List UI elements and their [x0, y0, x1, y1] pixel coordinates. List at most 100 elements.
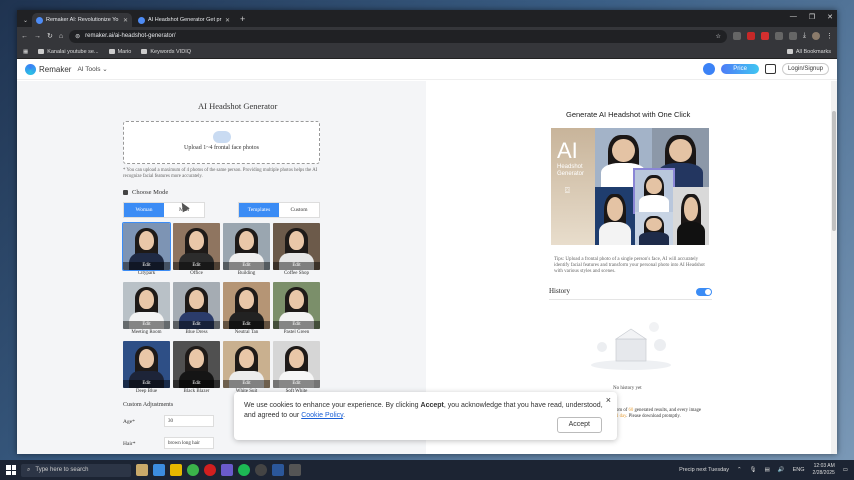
chrome-icon[interactable] [187, 464, 199, 476]
url-field[interactable]: ⊜ remaker.ai/ai-headshot-generator/ ☆ [69, 29, 727, 43]
tab-remaker[interactable]: Remaker AI: Revolutionize Yo ✕ [32, 13, 133, 27]
template-thumbnail[interactable]: Edit [273, 341, 320, 388]
taskbar-app-icon[interactable] [289, 464, 301, 476]
custom-button[interactable]: Custom [279, 203, 319, 217]
template-card[interactable]: Edit Building [223, 223, 270, 278]
edit-label[interactable]: Edit [273, 321, 320, 329]
close-tab-icon[interactable]: ✕ [225, 17, 230, 24]
download-icon[interactable]: ⤓ [803, 32, 806, 40]
ai-assistant-icon[interactable] [703, 63, 716, 75]
spotify-icon[interactable] [238, 464, 250, 476]
extension-icon[interactable] [732, 32, 741, 40]
bookmark-star-icon[interactable]: ☆ [716, 33, 721, 40]
tab-headshot[interactable]: AI Headshot Generator Get pr ✕ [134, 13, 234, 27]
template-thumbnail[interactable]: Edit [173, 341, 220, 388]
template-card[interactable]: Edit Black Blazer [173, 341, 220, 396]
template-thumbnail[interactable]: Edit [123, 341, 170, 388]
template-card[interactable]: Edit Pastel Green [273, 282, 320, 337]
puzzle-icon[interactable] [788, 32, 797, 40]
edit-label[interactable]: Edit [173, 321, 220, 329]
site-info-icon[interactable]: ⊜ [75, 33, 80, 40]
word-icon[interactable] [272, 464, 284, 476]
templates-button[interactable]: Templates [239, 203, 279, 217]
bookmark-item[interactable]: Mario [108, 49, 131, 55]
template-thumbnail[interactable]: Edit [223, 341, 270, 388]
network-icon[interactable]: ▤ [765, 467, 770, 473]
volume-icon[interactable]: 🔊 [778, 467, 785, 473]
notifications-icon[interactable]: ▭ [843, 467, 848, 473]
edit-label[interactable]: Edit [223, 262, 270, 270]
minimize-icon[interactable]: — [790, 13, 797, 21]
apps-icon[interactable]: ▦ [23, 49, 28, 55]
feedback-icon[interactable] [764, 64, 776, 74]
windows-start-icon[interactable] [6, 465, 16, 475]
hair-input[interactable]: brown long hair [164, 437, 214, 449]
new-tab-button[interactable]: + [236, 13, 249, 27]
template-thumbnail[interactable]: Edit [273, 282, 320, 329]
taskbar-app-icon[interactable] [221, 464, 233, 476]
age-input[interactable]: 30 [164, 415, 214, 427]
scrollbar-thumb[interactable] [832, 111, 836, 231]
bookmark-item[interactable]: Kanalai youtube se... [38, 49, 99, 55]
language-indicator[interactable]: ENG [793, 467, 805, 473]
woman-button[interactable]: Woman [124, 203, 164, 217]
close-tab-icon[interactable]: ✕ [123, 17, 128, 24]
forward-icon[interactable]: → [34, 33, 41, 40]
taskbar-search[interactable]: ⌕ Type here to search [21, 463, 131, 477]
template-card[interactable]: Edit Neutral Tan [223, 282, 270, 337]
edit-label[interactable]: Edit [273, 262, 320, 270]
bookmark-item[interactable]: Keywords VIDIQ [141, 49, 191, 55]
scrollbar[interactable] [831, 81, 837, 454]
file-explorer-icon[interactable] [170, 464, 182, 476]
weather-text[interactable]: Precip next Tuesday [679, 467, 729, 473]
history-toggle[interactable] [696, 288, 712, 296]
template-card[interactable]: Edit Meeting Room [123, 282, 170, 337]
edit-label[interactable]: Edit [173, 380, 220, 388]
media-player-icon[interactable] [255, 464, 267, 476]
clock[interactable]: 12:03 AM 2/28/2025 [813, 463, 835, 477]
cookie-policy-link[interactable]: Cookie Policy [301, 412, 343, 419]
edit-label[interactable]: Edit [273, 380, 320, 388]
extension-icon[interactable] [760, 32, 769, 40]
tray-chevron-icon[interactable]: ⌃ [737, 467, 742, 473]
opera-icon[interactable] [204, 464, 216, 476]
edit-label[interactable]: Edit [173, 262, 220, 270]
extension-icon[interactable] [746, 32, 755, 40]
template-thumbnail[interactable]: Edit [273, 223, 320, 270]
maximize-icon[interactable]: ❐ [809, 13, 815, 21]
template-thumbnail[interactable]: Edit [173, 223, 220, 270]
extension-icon[interactable] [774, 32, 783, 40]
price-button[interactable]: Price [721, 64, 759, 74]
template-thumbnail[interactable]: Edit [223, 282, 270, 329]
remaker-logo[interactable]: Remaker [25, 63, 71, 75]
template-card[interactable]: Edit Blue Dress [173, 282, 220, 337]
profile-avatar[interactable] [812, 32, 820, 40]
edit-label[interactable]: Edit [123, 321, 170, 329]
template-card[interactable]: Edit Coffee Shop [273, 223, 320, 278]
template-card[interactable]: EditWhite Suit [223, 341, 270, 396]
edit-label[interactable]: Edit [123, 262, 170, 270]
edit-label[interactable]: Edit [223, 380, 270, 388]
accept-cookies-button[interactable]: Accept [556, 417, 602, 433]
template-thumbnail[interactable]: Edit [173, 282, 220, 329]
back-icon[interactable]: ← [21, 33, 28, 40]
taskbar-app-icon[interactable] [153, 464, 165, 476]
upload-dropzone[interactable]: Upload 1~4 frontal face photos [123, 121, 320, 164]
menu-icon[interactable]: ⋮ [826, 32, 833, 40]
template-card[interactable]: Edit Citypark [122, 222, 171, 278]
ai-tools-menu[interactable]: AI Tools ⌄ [77, 65, 107, 73]
microphone-icon[interactable]: 🎙 [750, 467, 757, 473]
close-icon[interactable]: × [606, 395, 611, 405]
close-window-icon[interactable]: ✕ [827, 13, 833, 21]
template-card[interactable]: Edit Office [173, 223, 220, 278]
login-button[interactable]: Login/Signup [781, 63, 829, 75]
template-card[interactable]: Edit Deep Blue [123, 341, 170, 396]
template-card[interactable]: EditSoft White [273, 341, 320, 396]
template-thumbnail[interactable]: Edit [123, 282, 170, 329]
taskbar-app-icon[interactable] [136, 464, 148, 476]
template-thumbnail[interactable]: Edit [223, 223, 270, 270]
tab-search-icon[interactable]: ⌄ [21, 17, 32, 27]
template-thumbnail[interactable]: Edit [122, 222, 171, 271]
edit-label[interactable]: Edit [123, 380, 170, 388]
edit-label[interactable]: Edit [223, 321, 270, 329]
